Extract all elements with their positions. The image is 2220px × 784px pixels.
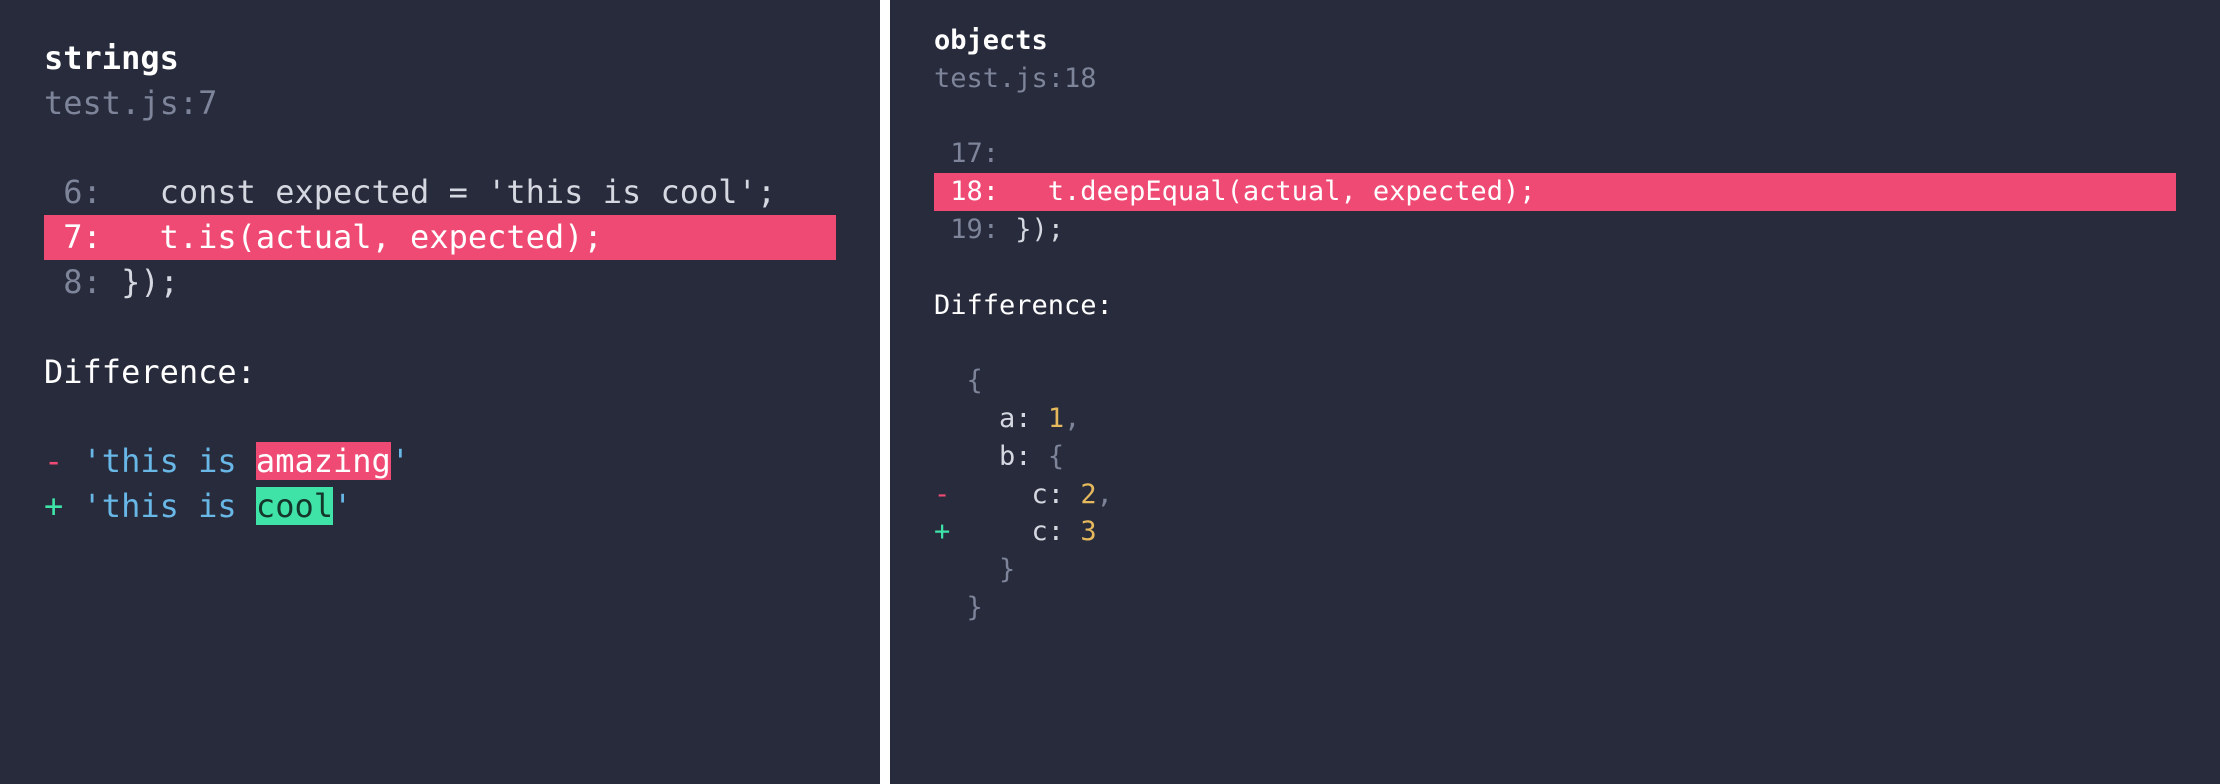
panel-strings: strings test.js:7 6: const expected = 't… bbox=[0, 0, 880, 784]
diff-added: + 'this is cool' bbox=[44, 484, 836, 529]
code-block: 17: 18: t.deepEqual(actual, expected); 1… bbox=[934, 135, 2176, 248]
diff-removed: - 'this is amazing' bbox=[44, 439, 836, 484]
code-line: 8: }); bbox=[44, 260, 836, 305]
code-line: 17: bbox=[934, 135, 2176, 173]
code-line-highlighted: 18: t.deepEqual(actual, expected); bbox=[934, 173, 2176, 211]
code-block: 6: const expected = 'this is cool'; 7: t… bbox=[44, 170, 836, 304]
line-number: 6: bbox=[44, 173, 102, 211]
line-text: t.is(actual, expected); bbox=[102, 218, 815, 256]
difference-label: Difference: bbox=[934, 287, 2176, 325]
test-title: objects bbox=[934, 22, 2176, 60]
obj-open: { bbox=[934, 362, 2176, 400]
panel-objects: objects test.js:18 17: 18: t.deepEqual(a… bbox=[890, 0, 2220, 784]
line-number: 17: bbox=[934, 138, 999, 169]
code-line: 19: }); bbox=[934, 211, 2176, 249]
test-title: strings bbox=[44, 36, 836, 81]
object-diff: { a: 1, b: { - c: 2, + c: 3 } } bbox=[934, 362, 2176, 627]
obj-prop-added: + c: 3 bbox=[934, 513, 2176, 551]
line-number: 8: bbox=[44, 263, 102, 301]
plus-icon: + bbox=[934, 516, 950, 547]
line-text: }); bbox=[999, 214, 1064, 245]
diff-block: - 'this is amazing' + 'this is cool' bbox=[44, 439, 836, 529]
line-number: 7: bbox=[44, 218, 102, 256]
minus-icon: - bbox=[44, 442, 63, 480]
code-line: 6: const expected = 'this is cool'; bbox=[44, 170, 836, 215]
plus-icon: + bbox=[44, 487, 63, 525]
diff-text: ' bbox=[391, 442, 410, 480]
obj-prop: a: 1, bbox=[934, 400, 2176, 438]
file-locator: test.js:18 bbox=[934, 60, 2176, 98]
spacer bbox=[934, 249, 2176, 287]
spacer bbox=[934, 98, 2176, 136]
line-text: }); bbox=[102, 263, 179, 301]
obj-close: } bbox=[934, 589, 2176, 627]
code-line-highlighted: 7: t.is(actual, expected); bbox=[44, 215, 836, 260]
line-number: 18: bbox=[934, 176, 999, 207]
panel-divider bbox=[880, 0, 890, 784]
file-locator: test.js:7 bbox=[44, 81, 836, 126]
line-text: const expected = 'this is cool'; bbox=[102, 173, 776, 211]
diff-text: ' bbox=[333, 487, 352, 525]
line-text: t.deepEqual(actual, expected); bbox=[999, 176, 1877, 207]
line-number: 19: bbox=[934, 214, 999, 245]
diff-text: 'this is bbox=[63, 487, 256, 525]
diff-added-segment: cool bbox=[256, 487, 333, 525]
spacer bbox=[934, 324, 2176, 362]
minus-icon: - bbox=[934, 479, 950, 510]
difference-label: Difference: bbox=[44, 350, 836, 395]
spacer bbox=[44, 126, 836, 171]
spacer bbox=[44, 394, 836, 439]
spacer bbox=[44, 305, 836, 350]
diff-text: 'this is bbox=[63, 442, 256, 480]
diff-removed-segment: amazing bbox=[256, 442, 391, 480]
obj-close-nested: } bbox=[934, 551, 2176, 589]
obj-prop-removed: - c: 2, bbox=[934, 476, 2176, 514]
obj-open-nested: b: { bbox=[934, 438, 2176, 476]
